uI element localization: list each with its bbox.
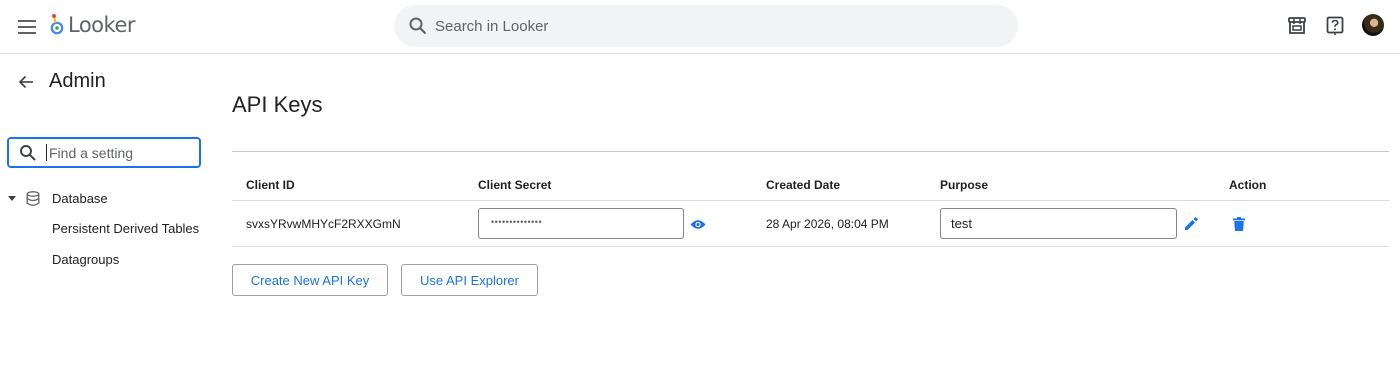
menu-icon[interactable] [14, 14, 40, 40]
back-arrow-icon[interactable] [16, 72, 36, 92]
admin-sidebar: Admin Database Persistent Derived Tables… [0, 54, 216, 383]
delete-trash-icon[interactable] [1230, 215, 1248, 233]
purpose-input[interactable] [940, 208, 1177, 239]
sidebar-item-datagroups[interactable]: Datagroups [52, 252, 119, 267]
logo-text: Looker [68, 13, 136, 37]
column-header-action: Action [1229, 178, 1267, 192]
help-icon[interactable] [1323, 14, 1347, 38]
page-title: API Keys [232, 92, 323, 117]
looker-logo-icon [50, 14, 64, 35]
find-setting-field[interactable] [7, 137, 201, 168]
search-icon [409, 17, 427, 35]
column-header-client-id: Client ID [246, 178, 295, 192]
top-app-bar: Looker [0, 0, 1400, 54]
header-row-divider [232, 200, 1389, 201]
sidebar-section-database[interactable]: Database [6, 187, 108, 209]
use-api-explorer-button[interactable]: Use API Explorer [401, 264, 538, 296]
sidebar-section-label: Database [52, 190, 108, 206]
client-secret-field[interactable]: •••••••••••••• [478, 208, 684, 239]
table-row-divider [232, 246, 1389, 247]
edit-pencil-icon[interactable] [1182, 215, 1200, 233]
show-secret-eye-icon[interactable] [689, 215, 707, 233]
title-divider [232, 151, 1389, 152]
sidebar-title: Admin [49, 70, 106, 92]
column-header-purpose: Purpose [940, 178, 989, 192]
column-header-client-secret: Client Secret [478, 178, 552, 192]
search-icon [20, 145, 36, 161]
global-search[interactable] [394, 5, 1018, 47]
caret-down-icon[interactable] [6, 192, 18, 204]
looker-logo[interactable]: Looker [50, 13, 136, 37]
find-setting-input[interactable] [49, 139, 199, 166]
global-search-input[interactable] [435, 5, 995, 47]
text-caret [46, 144, 47, 161]
avatar[interactable] [1362, 14, 1384, 36]
sidebar-item-persistent-derived-tables[interactable]: Persistent Derived Tables [52, 221, 199, 236]
create-new-api-key-button[interactable]: Create New API Key [232, 264, 388, 296]
main-content: API Keys Client ID Client Secret Created… [232, 54, 1400, 383]
marketplace-icon[interactable] [1285, 14, 1309, 38]
client-id-value: svxsYRvwMHYcF2RXXGmN [246, 217, 401, 231]
column-header-created-date: Created Date [766, 178, 841, 192]
database-icon [25, 190, 41, 206]
created-date-value: 28 Apr 2026, 08:04 PM [766, 217, 889, 231]
